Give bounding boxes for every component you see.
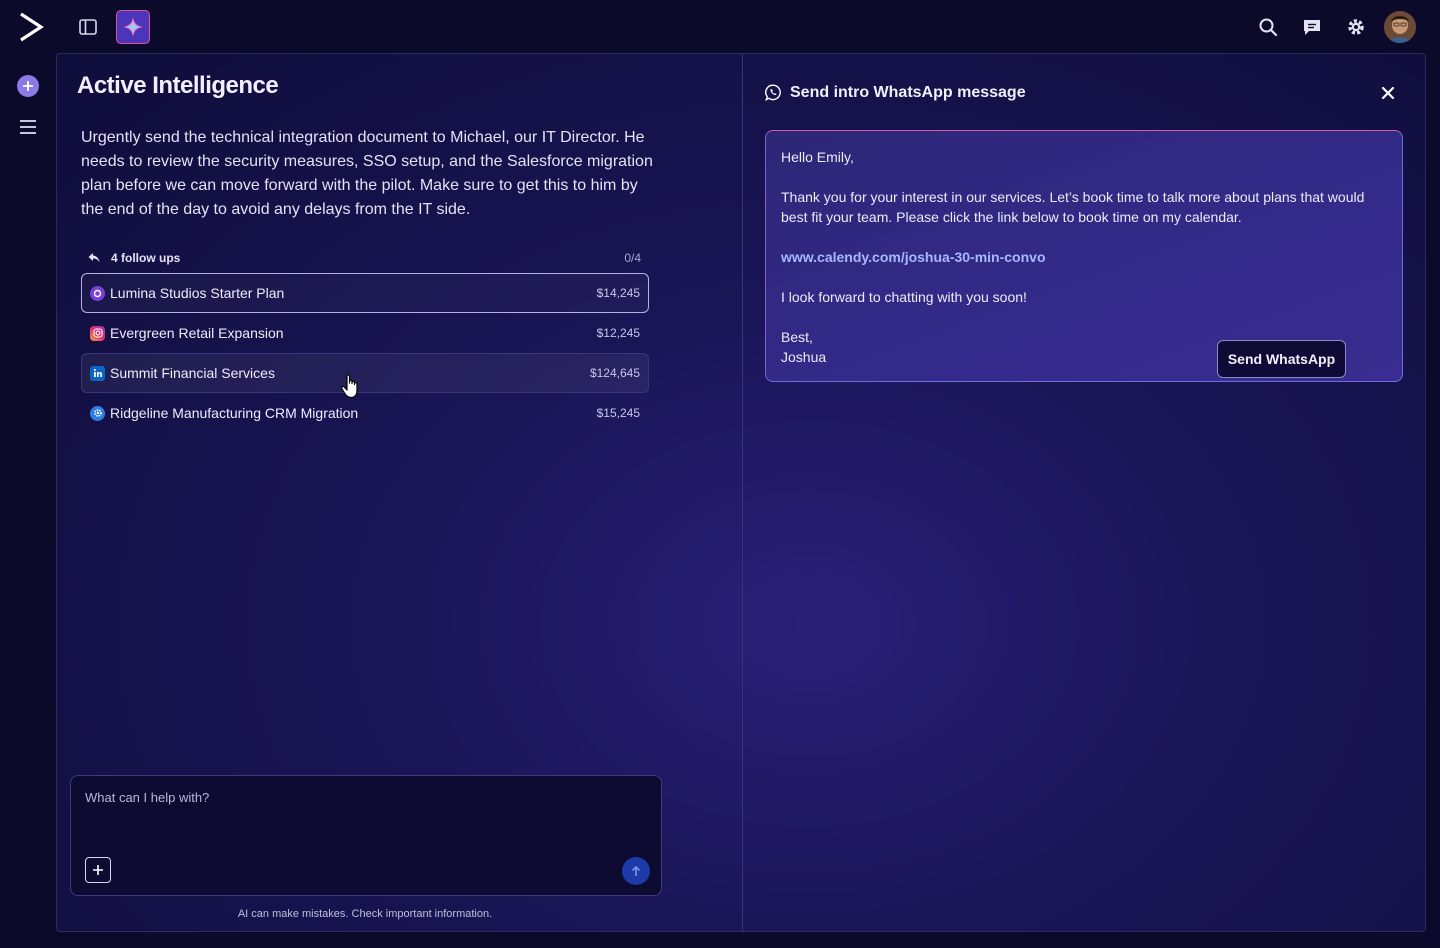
followups-list: Lumina Studios Starter Plan $14,245 Ever… bbox=[81, 273, 649, 433]
new-chat-button[interactable] bbox=[17, 75, 39, 97]
instagram-icon bbox=[90, 325, 105, 341]
followup-name: Lumina Studios Starter Plan bbox=[110, 285, 285, 301]
whatsapp-icon bbox=[765, 84, 781, 101]
gear-icon[interactable] bbox=[1345, 16, 1367, 38]
chat-input[interactable] bbox=[85, 790, 645, 830]
plus-icon bbox=[23, 81, 33, 91]
followup-amount: $12,245 bbox=[596, 326, 640, 340]
followup-item-summit[interactable]: Summit Financial Services $124,645 bbox=[81, 353, 649, 393]
panel-divider bbox=[742, 54, 743, 931]
message-body: Thank you for your interest in our servi… bbox=[781, 189, 1365, 225]
prompt-text: Urgently send the technical integration … bbox=[81, 129, 653, 218]
close-icon[interactable] bbox=[1379, 84, 1397, 102]
top-bar bbox=[0, 0, 1440, 54]
chat-composer bbox=[70, 775, 662, 896]
followups-header: 4 follow ups 0/4 bbox=[81, 248, 649, 270]
followup-item-evergreen[interactable]: Evergreen Retail Expansion $12,245 bbox=[81, 313, 649, 353]
main-container: Active Intelligence Urgently send the te… bbox=[56, 53, 1426, 932]
followup-name: Ridgeline Manufacturing CRM Migration bbox=[110, 405, 359, 421]
panel-toggle-icon[interactable] bbox=[78, 17, 98, 37]
linkedin-icon bbox=[90, 365, 105, 381]
followups-count: 0/4 bbox=[624, 251, 641, 265]
calendar-link[interactable]: www.calendy.com/joshua-30-min-convo bbox=[781, 249, 1046, 265]
search-icon[interactable] bbox=[1257, 16, 1279, 38]
followup-amount: $124,645 bbox=[589, 366, 640, 380]
followup-item-lumina[interactable]: Lumina Studios Starter Plan $14,245 bbox=[81, 273, 649, 313]
hand-cursor-icon bbox=[341, 374, 358, 399]
panel-title: Send intro WhatsApp message bbox=[790, 84, 1026, 101]
reply-icon bbox=[88, 253, 100, 263]
avatar-face-icon bbox=[1384, 11, 1416, 43]
message-icon[interactable] bbox=[1301, 16, 1323, 38]
followup-item-ridgeline[interactable]: Ridgeline Manufacturing CRM Migration $1… bbox=[81, 393, 649, 433]
sparkle-icon bbox=[123, 17, 143, 37]
followup-amount: $14,245 bbox=[596, 286, 640, 300]
followup-name: Evergreen Retail Expansion bbox=[110, 325, 284, 341]
ai-disclaimer: AI can make mistakes. Check important in… bbox=[237, 908, 493, 920]
plus-icon bbox=[93, 865, 103, 875]
lumina-icon bbox=[90, 285, 105, 301]
panel-header: Send intro WhatsApp message bbox=[765, 82, 1405, 106]
arrow-up-icon bbox=[631, 865, 641, 876]
user-avatar[interactable] bbox=[1384, 11, 1416, 43]
attach-button[interactable] bbox=[85, 857, 111, 883]
page-title: Active Intelligence bbox=[77, 72, 279, 99]
followup-amount: $15,245 bbox=[596, 406, 640, 420]
send-button[interactable] bbox=[622, 857, 650, 885]
send-whatsapp-button[interactable]: Send WhatsApp bbox=[1217, 340, 1346, 378]
ai-assistant-button[interactable] bbox=[116, 10, 150, 44]
chevron-logo-icon[interactable] bbox=[18, 12, 44, 42]
followups-label: 4 follow ups bbox=[111, 251, 181, 265]
message-closing: I look forward to chatting with you soon… bbox=[781, 289, 1027, 305]
menu-icon[interactable] bbox=[18, 118, 38, 136]
message-greeting: Hello Emily, bbox=[781, 149, 854, 165]
gear-badge-icon bbox=[90, 405, 105, 421]
